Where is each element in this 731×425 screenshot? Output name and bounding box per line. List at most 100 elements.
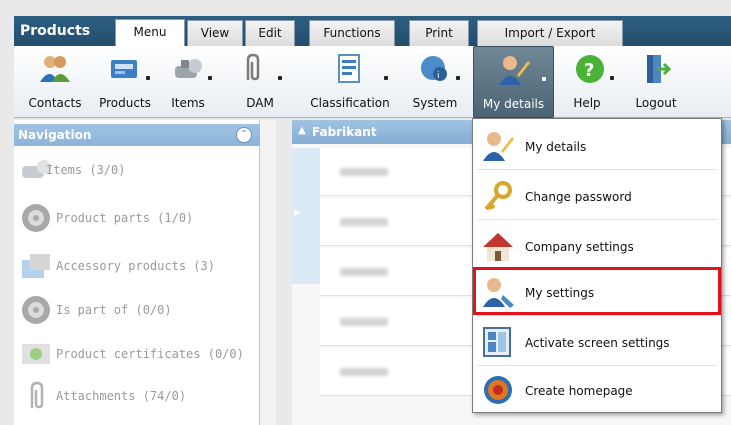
menu-item-my-settings[interactable]: My settings [473, 267, 721, 315]
toolbar-products-button[interactable]: Products [92, 46, 158, 118]
menu-item-label: Change password [525, 190, 632, 204]
menu-divider [477, 219, 717, 220]
toolbar-label: Items [171, 96, 205, 110]
dropdown-indicator [384, 76, 388, 80]
classification-icon [338, 54, 360, 83]
dropdown-indicator [208, 76, 212, 80]
toolbar-label: Logout [635, 96, 677, 110]
tab-functions[interactable]: Functions [309, 20, 395, 46]
user-settings-icon [483, 278, 514, 308]
menu-item-my-details[interactable]: My details [475, 123, 719, 167]
items-icon [175, 59, 202, 78]
toolbar-dam-button[interactable]: DAM [218, 46, 288, 118]
svg-text:?: ? [584, 60, 594, 81]
nav-item-attachments[interactable]: Attachments (74/0) [20, 376, 256, 416]
navigation-scrollbar[interactable] [260, 120, 276, 425]
menu-divider [477, 169, 717, 170]
nav-item-label: Is part of (0/0) [56, 303, 172, 317]
menu-item-change-password[interactable]: Change password [475, 173, 719, 217]
navigation-title: Navigation [18, 128, 92, 142]
accessory-icon [22, 254, 50, 278]
menu-item-create-homepage[interactable]: Create homepage [475, 367, 719, 411]
tab-menu[interactable]: Menu [115, 19, 185, 47]
dropdown-indicator [542, 77, 546, 81]
menu-item-company-settings[interactable]: Company settings [475, 223, 719, 267]
toolbar-label: System [412, 96, 458, 110]
tab-label: Print [425, 26, 453, 40]
toolbar-my-details-button[interactable]: My details [473, 46, 554, 118]
company-icon [483, 233, 513, 261]
nav-item-product-parts[interactable]: Product parts (1/0) [20, 198, 256, 238]
toolbar-label: DAM [246, 96, 274, 110]
collapse-icon[interactable]: ⌃ [236, 127, 252, 143]
products-icon [111, 60, 137, 78]
certificate-icon [22, 344, 50, 364]
blurred-cell [340, 168, 388, 176]
toolbar-classification-button[interactable]: Classification [302, 46, 398, 118]
my-details-dropdown-menu: My details Change password Company setti… [472, 118, 722, 413]
tab-edit[interactable]: Edit [245, 20, 295, 46]
tab-label: Edit [258, 26, 282, 40]
toolbar-label: My details [482, 97, 545, 111]
toolbar-label: Help [573, 96, 601, 110]
key-icon [484, 181, 512, 211]
menu-item-label: Activate screen settings [525, 336, 670, 350]
menu-divider [477, 365, 717, 366]
blurred-cell [340, 318, 388, 326]
paperclip-icon [30, 381, 44, 409]
tab-bar: Products Menu View Edit Functions Print … [14, 16, 731, 47]
system-icon: i [421, 56, 447, 81]
nav-item-accessory-products[interactable]: Accessory products (3) [20, 246, 256, 286]
nav-item-is-part-of[interactable]: Is part of (0/0) [20, 290, 256, 330]
menu-divider [477, 267, 717, 268]
row-selection-marker[interactable]: ▶ [292, 148, 320, 284]
toolbar-label: Classification [310, 96, 390, 110]
blurred-cell [340, 368, 388, 376]
nav-item-label: Items (3/0) [46, 163, 126, 177]
toolbar-logout-button[interactable]: Logout [626, 46, 686, 118]
screen-settings-icon [483, 327, 511, 357]
toolbar-items-button[interactable]: Items [158, 46, 218, 118]
column-label: Fabrikant [312, 125, 377, 139]
menu-item-activate-screen-settings[interactable]: Activate screen settings [475, 319, 719, 363]
wheel-icon [22, 204, 50, 232]
paperclip-icon [246, 53, 260, 81]
row-arrow-icon: ▶ [294, 208, 301, 218]
wheel-icon [22, 296, 50, 324]
toolbar-label: Contacts [28, 96, 82, 110]
blurred-cell [340, 218, 388, 226]
nav-item-product-certificates[interactable]: Product certificates (0/0) [20, 334, 256, 374]
tab-view[interactable]: View [187, 20, 243, 46]
navigation-header: Navigation ⌃ [14, 124, 260, 146]
toolbar: Contacts Products Items DAM Classificati… [14, 46, 731, 118]
tab-print[interactable]: Print [409, 20, 469, 46]
toolbar-contacts-button[interactable]: Contacts [20, 46, 90, 118]
user-edit-icon [498, 56, 530, 85]
toolbar-help-button[interactable]: ? Help [560, 46, 620, 118]
tab-label: Menu [133, 25, 167, 39]
toolbar-system-button[interactable]: i System [404, 46, 466, 118]
tab-label: Import / Export [504, 26, 596, 40]
nav-item-label: Product parts (1/0) [56, 211, 194, 225]
nav-item-items[interactable]: Items (3/0) [20, 150, 256, 190]
navigation-panel: Navigation ⌃ Items (3/0) Product parts (… [14, 120, 260, 425]
menu-item-label: Company settings [525, 240, 634, 254]
user-edit-icon [483, 132, 514, 161]
dropdown-indicator [456, 76, 460, 80]
nav-item-label: Product certificates (0/0) [56, 347, 244, 361]
logout-icon [647, 55, 672, 83]
blurred-cell [340, 268, 388, 276]
dropdown-indicator [610, 76, 614, 80]
dropdown-indicator [146, 76, 150, 80]
homepage-icon [484, 376, 512, 404]
nav-item-label: Attachments (74/0) [56, 389, 187, 403]
nav-item-label: Accessory products (3) [56, 259, 215, 273]
toolbar-label: Products [99, 96, 151, 110]
menu-item-label: My details [525, 140, 587, 154]
tab-label: View [200, 26, 230, 40]
tab-import-export[interactable]: Import / Export [477, 20, 623, 46]
menu-divider [477, 315, 717, 316]
dropdown-indicator [278, 76, 282, 80]
contacts-icon [40, 56, 70, 82]
app-title: Products [20, 23, 91, 39]
